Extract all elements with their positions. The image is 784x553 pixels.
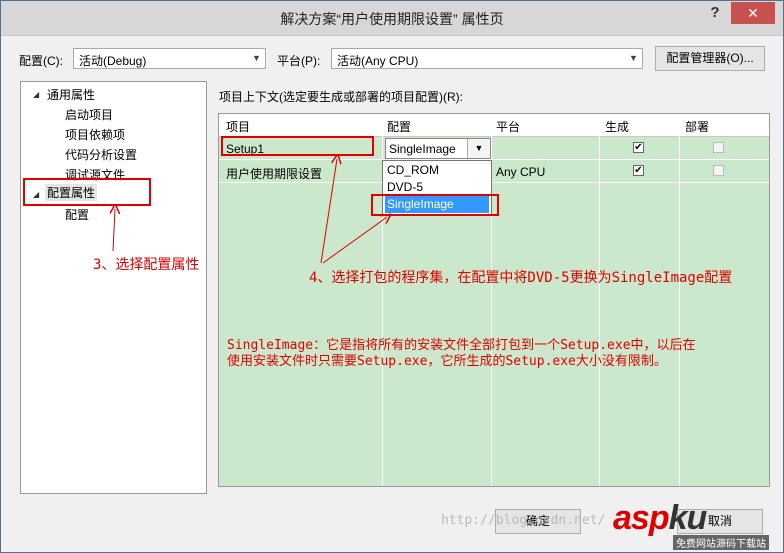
aspku-logo-subtitle: 免费网站源码下载站 (673, 535, 769, 550)
aspku-logo: aspku (613, 499, 707, 537)
watermark-text: http://blog.csdn.net/ (441, 513, 606, 528)
annotation-note-line2: 使用安装文件时只需要Setup.exe，它所生成的Setup.exe大小没有限制… (227, 354, 667, 369)
property-pages-window: 解决方案“用户使用期限设置” 属性页 ? ✕ 配置(C): 活动(Debug) … (0, 0, 784, 553)
annotation-step4: 4、选择打包的程序集，在配置中将DVD-5更换为SingleImage配置 (309, 270, 733, 286)
annotation-step3: 3、选择配置属性 (93, 257, 200, 273)
